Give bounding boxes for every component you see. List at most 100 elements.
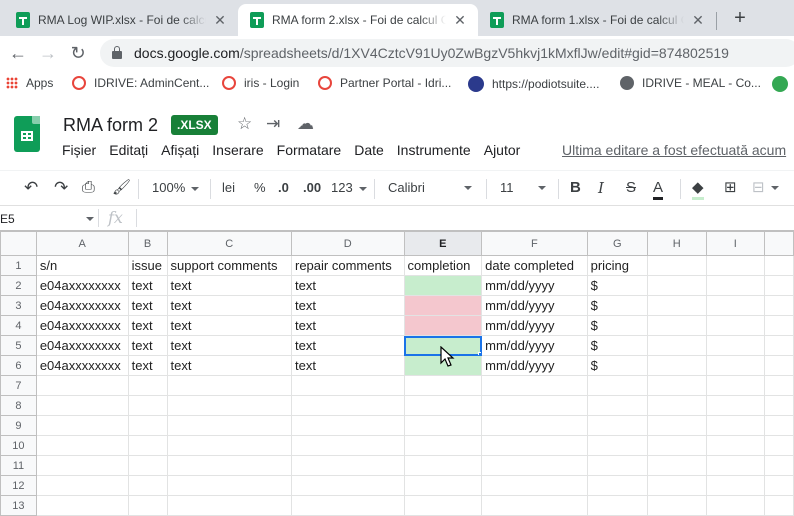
cell[interactable]: $ [586, 335, 648, 356]
cell[interactable] [764, 415, 794, 436]
cell[interactable]: date completed [481, 255, 588, 276]
print-icon[interactable]: ⎙ [82, 178, 95, 198]
more-formats-button[interactable]: 123 [331, 178, 367, 198]
cell[interactable] [764, 295, 794, 316]
cell[interactable] [764, 475, 794, 496]
close-tab-icon[interactable]: ✕ [690, 12, 706, 29]
column-header-d[interactable]: D [290, 231, 405, 256]
cell[interactable]: mm/dd/yyyy [481, 275, 588, 296]
fill-handle[interactable] [478, 352, 481, 355]
cell[interactable]: text [127, 315, 168, 336]
percent-format-button[interactable]: % [254, 178, 266, 198]
cell[interactable]: text [166, 335, 292, 356]
cell[interactable] [481, 495, 588, 516]
sheets-logo-icon[interactable] [14, 116, 40, 152]
url-input[interactable]: docs.google.com/spreadsheets/d/1XV4CztcV… [100, 39, 794, 67]
browser-tab-rma-form-2[interactable]: RMA form 2.xlsx - Foi de calcul Google ✕ [238, 4, 478, 36]
decrease-decimal-button[interactable]: .0 [278, 178, 289, 198]
menu-insert[interactable]: Inserare [212, 142, 263, 162]
cell[interactable] [705, 355, 766, 376]
column-header-g[interactable]: G [586, 231, 648, 256]
cell[interactable] [705, 395, 766, 416]
browser-tab-rma-log[interactable]: RMA Log WIP.xlsx - Foi de calcul Google … [4, 4, 238, 36]
cloud-status-icon[interactable]: ☁ [297, 114, 314, 134]
cell[interactable] [705, 295, 766, 316]
column-header-j[interactable] [764, 231, 794, 256]
cell[interactable] [764, 255, 794, 276]
menu-file[interactable]: Fișier [62, 142, 96, 162]
menu-edit[interactable]: Editați [109, 142, 148, 162]
cell[interactable]: pricing [586, 255, 648, 276]
menu-view[interactable]: Afișați [161, 142, 199, 162]
cell[interactable] [127, 375, 168, 396]
cell[interactable] [481, 455, 588, 476]
cell[interactable] [646, 355, 707, 376]
cell[interactable] [646, 435, 707, 456]
bold-button[interactable]: B [570, 178, 581, 198]
cell[interactable] [646, 375, 707, 396]
row-header[interactable]: 2 [0, 275, 37, 296]
close-tab-icon[interactable]: ✕ [452, 12, 468, 29]
cell[interactable] [646, 255, 707, 276]
cell[interactable]: text [290, 295, 405, 316]
menu-data[interactable]: Date [354, 142, 384, 162]
cell[interactable] [166, 375, 292, 396]
zoom-select[interactable]: 100% [152, 178, 200, 198]
cell[interactable] [127, 415, 168, 436]
merge-cells-icon[interactable]: ⊟ [752, 178, 779, 198]
cell[interactable] [166, 455, 292, 476]
cell[interactable]: s/n [35, 255, 129, 276]
row-header[interactable]: 8 [0, 395, 37, 416]
increase-decimal-button[interactable]: .00 [303, 178, 321, 198]
cell[interactable] [403, 415, 483, 436]
cell[interactable] [646, 455, 707, 476]
close-tab-icon[interactable]: ✕ [212, 12, 228, 29]
completion-cell[interactable] [403, 275, 483, 296]
cell[interactable] [705, 275, 766, 296]
fill-color-icon[interactable]: ◆ [692, 178, 704, 200]
cell[interactable] [127, 475, 168, 496]
font-family-select[interactable]: Calibri [388, 178, 476, 198]
cell[interactable]: mm/dd/yyyy [481, 295, 588, 316]
cell[interactable] [764, 275, 794, 296]
cell[interactable] [481, 415, 588, 436]
cell[interactable] [705, 455, 766, 476]
cell[interactable] [481, 375, 588, 396]
cell[interactable] [166, 435, 292, 456]
cell[interactable] [705, 495, 766, 516]
reload-icon[interactable]: ↻ [66, 41, 90, 65]
cell[interactable]: issue [127, 255, 168, 276]
redo-icon[interactable]: ↷ [54, 178, 68, 198]
column-header-h[interactable]: H [646, 231, 707, 256]
cell[interactable] [403, 375, 483, 396]
cell[interactable]: completion [403, 255, 483, 276]
cell[interactable]: text [290, 315, 405, 336]
cell[interactable] [481, 435, 588, 456]
cell[interactable] [35, 475, 129, 496]
cell[interactable]: mm/dd/yyyy [481, 335, 588, 356]
bookmark-partner-portal[interactable]: Partner Portal - Idri... [318, 76, 451, 90]
cell[interactable] [290, 395, 405, 416]
cell[interactable] [403, 475, 483, 496]
cell[interactable]: text [127, 275, 168, 296]
extension-icon[interactable] [772, 76, 788, 92]
cell[interactable]: e04axxxxxxxx [35, 335, 129, 356]
cell[interactable] [646, 275, 707, 296]
cell[interactable] [403, 495, 483, 516]
cell[interactable] [127, 435, 168, 456]
paint-format-icon[interactable]: 🖌 [112, 178, 131, 198]
currency-format-button[interactable]: lei [222, 178, 235, 198]
cell[interactable] [764, 335, 794, 356]
cell[interactable] [705, 315, 766, 336]
cell[interactable]: support comments [166, 255, 292, 276]
menu-format[interactable]: Formatare [277, 142, 342, 162]
cell[interactable] [646, 295, 707, 316]
cell[interactable] [586, 415, 648, 436]
cell[interactable] [705, 375, 766, 396]
cell[interactable]: mm/dd/yyyy [481, 355, 588, 376]
column-header-f[interactable]: F [481, 231, 588, 256]
cell[interactable]: text [166, 355, 292, 376]
menu-help[interactable]: Ajutor [484, 142, 521, 162]
cell[interactable] [403, 395, 483, 416]
cell[interactable] [166, 415, 292, 436]
